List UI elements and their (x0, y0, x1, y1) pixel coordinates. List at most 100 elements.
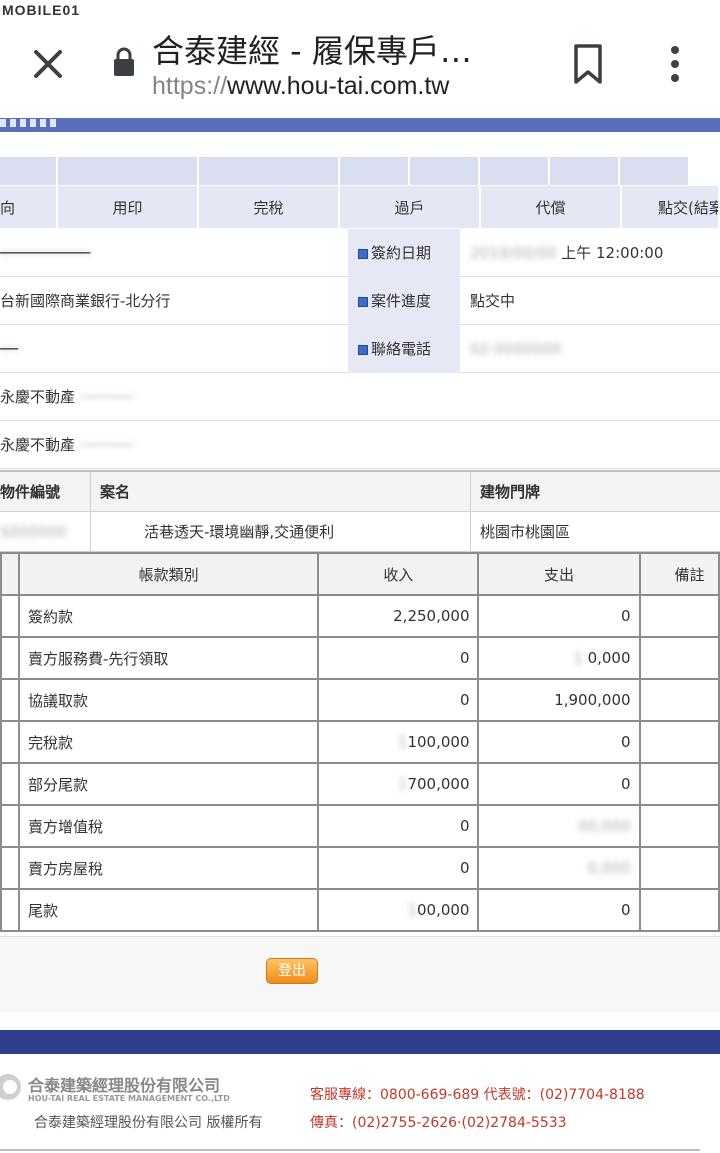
tab-top-cell (480, 157, 550, 185)
ledger-category: 賣方增值稅 (17, 804, 320, 848)
case-name-value: 活巷透天-環境幽靜,交通便利 (144, 523, 335, 541)
url-bar[interactable]: https://www.hou-tai.com.tw (152, 72, 449, 101)
tab-top-cell (340, 157, 410, 185)
ledger-edge-cell (0, 678, 20, 722)
ledger-income: 2,250,000 (317, 594, 480, 638)
ledger-income-value: 700,000 (407, 775, 470, 793)
header-band (0, 118, 720, 132)
progress-tabs: 向 用印 完稅 過戶 代償 點交(結案) (0, 186, 720, 228)
property-row: S000000 活巷透天-環境幽靜,交通便利 桃園市桃園區 (0, 512, 720, 552)
footer-company-name: 合泰建築經理股份有限公司 (28, 1076, 221, 1095)
ledger-category: 簽約款 (17, 594, 320, 638)
ledger-table: 帳款類別 收入 支出 備註 簽約款 2,250,000 0 賣方服務費-先行領取… (0, 552, 720, 932)
page-title: 合泰建經 - 履保專戶… (152, 32, 472, 70)
url-scheme: https:// (152, 72, 228, 100)
ledger-row: 賣方房屋稅 0 0,000 (0, 846, 720, 890)
ledger-income: 0 (317, 846, 480, 890)
ledger-edge-cell (0, 888, 20, 932)
ledger-edge-cell (0, 804, 20, 848)
info-row: ── 聯絡電話 02-0000000 (0, 325, 720, 373)
lock-icon[interactable] (112, 46, 136, 78)
ledger-row: 賣方服務費-先行領取 0 1 0,000 (0, 636, 720, 680)
info-row: 永慶不動產 ────── (0, 421, 720, 469)
tab-step-repay[interactable]: 代償 (481, 186, 622, 228)
ledger-edge-cell (0, 720, 20, 764)
ledger-income: 1100,000 (317, 720, 480, 764)
tab-step-transfer[interactable]: 過戶 (340, 186, 481, 228)
ledger-row: 賣方增值稅 0 00,000 (0, 804, 720, 848)
ledger-expense: 0 (477, 888, 641, 932)
ledger-expense: 0 (477, 594, 641, 638)
ledger-edge-cell (0, 762, 20, 806)
close-icon[interactable] (26, 42, 70, 86)
tab-top-cell (0, 157, 58, 185)
ledger-income: 0 (317, 804, 480, 848)
footer-copyright: 合泰建築經理股份有限公司 版權所有 (34, 1115, 263, 1131)
more-options-icon[interactable] (660, 42, 690, 86)
tab-step-1[interactable]: 向 (0, 186, 58, 228)
ledger-income-value: 00,000 (416, 901, 470, 919)
tab-top-cell (199, 157, 340, 185)
ledger-remark (638, 762, 720, 806)
info-key: 案件進度 (348, 277, 460, 325)
ledger-remark (638, 594, 720, 638)
ledger-expense-value: 0,000 (587, 649, 631, 667)
ledger-income-value: 100,000 (407, 733, 470, 751)
info-left-value: ────────── (0, 244, 91, 262)
info-left-value: 台新國際商業銀行-北分行 (0, 292, 171, 310)
remark-header: 備註 (638, 552, 720, 596)
blurred-digit: 1 (407, 901, 417, 919)
info-row: 永慶不動產 ────── (0, 373, 720, 421)
ledger-remark (638, 888, 720, 932)
bullet-icon (358, 345, 368, 355)
logout-button[interactable]: 登出 (266, 958, 318, 984)
info-key: 簽約日期 (348, 229, 460, 277)
logout-area (0, 936, 720, 1012)
ledger-category: 尾款 (17, 888, 320, 932)
expense-header: 支出 (477, 552, 641, 596)
ledger-remark (638, 636, 720, 680)
company-logo-icon (0, 1074, 21, 1100)
ledger-edge-cell (0, 552, 20, 596)
footer-band (0, 1030, 720, 1054)
info-row: ────────── 簽約日期 2019/00/00 上午 12:00:00 (0, 229, 720, 277)
tab-top-cell (550, 157, 620, 185)
ledger-income: 100,000 (317, 888, 480, 932)
property-id-value: S000000 (0, 523, 67, 541)
tab-step-handover[interactable]: 點交(結案) (622, 186, 720, 228)
ledger-row: 尾款 100,000 0 (0, 888, 720, 932)
ledger-row: 協議取款 0 1,900,000 (0, 678, 720, 722)
ledger-row: 部分尾款 1700,000 0 (0, 762, 720, 806)
tab-step-tax[interactable]: 完稅 (199, 186, 340, 228)
ledger-category: 賣方服務費-先行領取 (17, 636, 320, 680)
ledger-income: 0 (317, 678, 480, 722)
bullet-icon (358, 297, 368, 307)
income-header: 收入 (317, 552, 480, 596)
ledger-expense: 0 (477, 762, 641, 806)
blurred-text: ────── (79, 436, 134, 454)
ledger-remark (638, 804, 720, 848)
bookmark-icon[interactable] (570, 42, 606, 86)
ledger-edge-cell (0, 594, 20, 638)
sign-date-value: 上午 12:00:00 (561, 244, 664, 262)
watermark-logo: MOBILE01 (2, 2, 81, 18)
footer-service-line: 客服專線：0800-669-689 代表號：(02)7704-8188 (310, 1087, 645, 1103)
address-value: 桃園市桃園區 (480, 523, 571, 541)
blurred-date: 2019/00/00 (470, 244, 557, 262)
info-key-label: 聯絡電話 (371, 340, 432, 358)
tab-step-seal[interactable]: 用印 (58, 186, 199, 228)
footer-divider (0, 1149, 700, 1151)
ledger-expense: 1 0,000 (477, 636, 641, 680)
browser-page: 合泰建經 - 履保專戶… https://www.hou-tai.com.tw … (0, 0, 720, 1153)
info-left-value: ── (0, 340, 19, 358)
ledger-category: 完稅款 (17, 720, 320, 764)
ledger-category: 賣方房屋稅 (17, 846, 320, 890)
ledger-income: 0 (317, 636, 480, 680)
agent-name: 永慶不動產 (0, 388, 76, 406)
ledger-expense: 00,000 (477, 804, 641, 848)
agent-name: 永慶不動產 (0, 436, 76, 454)
tab-top-cell (58, 157, 199, 185)
info-left-value: 永慶不動產 ────── (0, 421, 134, 469)
info-right-value: 2019/00/00 上午 12:00:00 (470, 229, 663, 277)
ledger-edge-cell (0, 846, 20, 890)
